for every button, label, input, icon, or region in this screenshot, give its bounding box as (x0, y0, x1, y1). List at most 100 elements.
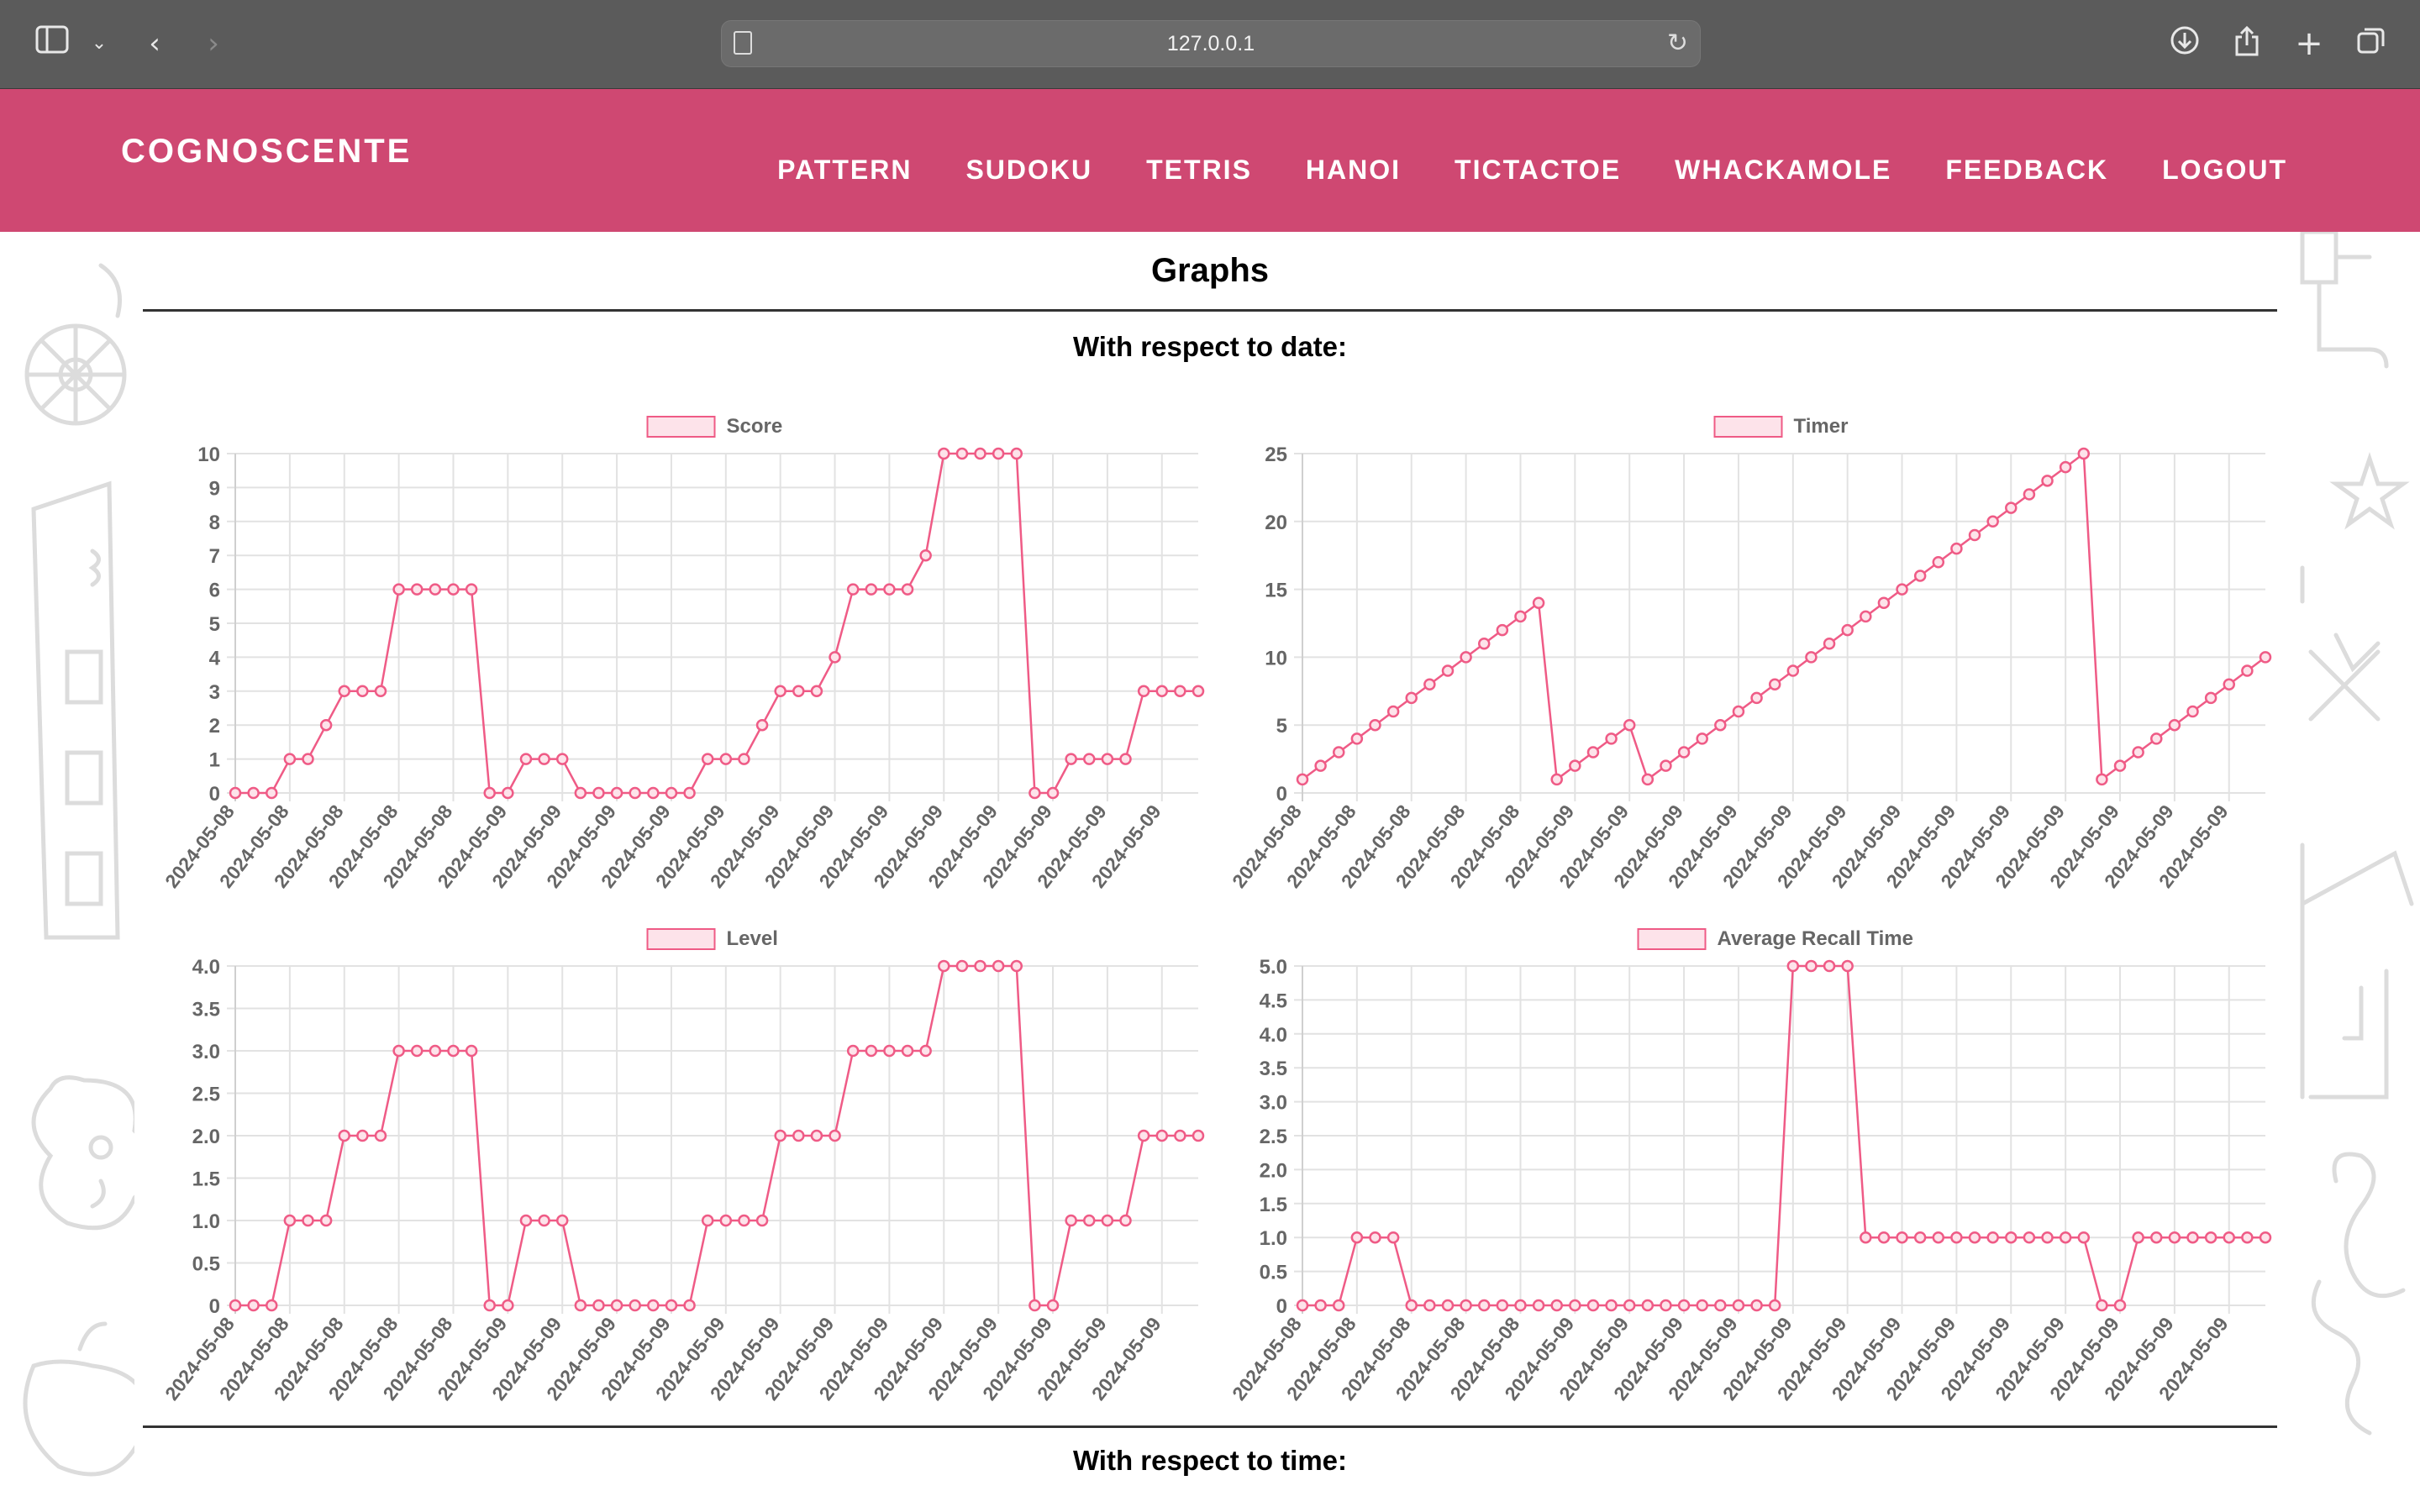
average-recall-time-y-tick-label: 0 (1276, 1295, 1287, 1318)
score-data-point (1192, 685, 1205, 698)
average-recall-time-data-point (2241, 1231, 2254, 1244)
reload-icon[interactable]: ↻ (1667, 28, 1688, 60)
level-data-point (810, 1129, 823, 1142)
level-data-point (883, 1044, 896, 1058)
new-tab-icon[interactable]: + (2291, 25, 2328, 62)
chevron-down-icon[interactable]: ⌄ (81, 25, 118, 62)
score-data-point (1119, 753, 1132, 765)
timer-data-point (2132, 746, 2144, 759)
average-recall-time-legend-swatch (1637, 928, 1707, 950)
score-data-point (574, 786, 587, 800)
timer-data-point (1860, 610, 1872, 623)
timer-y-tick-label: 5 (1276, 715, 1287, 738)
level-data-point (774, 1129, 786, 1142)
average-recall-time-data-point (1805, 959, 1818, 973)
timer-y-tick-label: 0 (1276, 783, 1287, 806)
timer-data-point (1350, 732, 1364, 745)
timer-data-point (1841, 623, 1854, 637)
level-legend-swatch (646, 928, 716, 950)
average-recall-time-data-point (1786, 959, 1800, 973)
score-legend-label: Score (727, 415, 783, 438)
level-data-point (901, 1044, 914, 1058)
timer-data-point (1605, 732, 1618, 745)
average-recall-time-data-point (1714, 1299, 1727, 1312)
score-data-point (502, 786, 514, 800)
score-data-point (229, 786, 242, 800)
nav-hanoi[interactable]: HANOI (1306, 155, 1401, 186)
level-y-tick-label: 3.5 (192, 999, 220, 1021)
level-data-point (265, 1299, 278, 1312)
score-data-point (1083, 753, 1096, 765)
back-arrow-icon[interactable]: ‹ (136, 25, 173, 62)
score-data-point (447, 583, 460, 596)
sidebar-toggle-icon[interactable] (34, 25, 71, 62)
score-y-tick-label: 10 (197, 444, 220, 466)
score-data-point (1046, 786, 1060, 800)
score-y-tick-label: 9 (209, 477, 220, 500)
average-recall-time-data-point (1932, 1231, 1945, 1244)
level-data-point (465, 1044, 478, 1058)
score-data-point (647, 786, 660, 800)
score-data-point (1065, 753, 1077, 765)
score-data-point (302, 753, 314, 765)
timer-data-point (1950, 542, 1963, 555)
timer-data-point (1514, 610, 1527, 623)
level-data-point (701, 1214, 714, 1227)
average-recall-time-data-point (1314, 1299, 1327, 1312)
tab-overview-icon[interactable] (2353, 25, 2390, 62)
average-recall-time-data-point (1986, 1231, 1999, 1244)
share-icon[interactable] (2228, 25, 2265, 62)
score-data-point (955, 447, 969, 460)
timer-chart-body: Timer05101520252024-05-082024-05-082024-… (1228, 415, 2272, 892)
level-data-point (229, 1299, 242, 1312)
nav-whackamole[interactable]: WHACKAMOLE (1675, 155, 1891, 186)
nav-tetris[interactable]: TETRIS (1146, 155, 1252, 186)
nav-tictactoe[interactable]: TICTACTOE (1455, 155, 1621, 186)
average-recall-time-data-point (2132, 1231, 2144, 1244)
nav-feedback[interactable]: FEEDBACK (1945, 155, 2108, 186)
average-recall-time-chart: Average Recall Time 0 0.5 1.0 1.5 2.0 2.5 3.0 3.… (1228, 927, 2272, 1404)
level-data-point (429, 1044, 442, 1058)
nav-pattern[interactable]: PATTERN (777, 155, 912, 186)
average-recall-time-data-point (1623, 1299, 1636, 1312)
level-y-tick-label: 2.5 (192, 1084, 220, 1106)
score-data-point (1174, 685, 1186, 698)
average-recall-time-data-point (1441, 1299, 1455, 1312)
timer-data-point (1986, 515, 1999, 528)
score-data-point (755, 718, 769, 732)
level-data-point (719, 1214, 733, 1227)
timer-data-point (2150, 732, 2163, 745)
level-data-point (247, 1299, 260, 1312)
download-icon[interactable] (2166, 25, 2203, 62)
level-y-tick-label: 1.0 (192, 1210, 220, 1233)
section-time-heading: With respect to time: (1072, 1445, 1348, 1476)
score-data-point (629, 786, 641, 800)
timer-data-point (2041, 475, 2054, 487)
level-data-point (592, 1299, 605, 1312)
average-recall-time-data-point (1605, 1299, 1618, 1312)
nav-logout[interactable]: LOGOUT (2162, 155, 2287, 186)
forward-arrow-icon[interactable]: › (195, 25, 232, 62)
timer-data-point (2023, 488, 2036, 501)
score-data-point (865, 583, 878, 596)
brand-logo[interactable]: COGNOSCENTE (121, 133, 412, 171)
score-data-point (1155, 685, 1169, 698)
score-data-point (701, 753, 714, 765)
score-data-point (283, 753, 297, 765)
score-data-point (774, 685, 786, 698)
average-recall-time-chart-body: Average Recall Time 0 0.5 1.0 1.5 2.0 2.5 3.0 3.… (1228, 927, 2272, 1404)
timer-data-point (1369, 718, 1381, 732)
timer-data-point (1896, 583, 1908, 596)
average-recall-time-data-point (1950, 1231, 1963, 1244)
timer-data-point (1714, 718, 1727, 732)
level-data-point (665, 1299, 678, 1312)
score-chart-body: Score0123456789102024-05-082024-05-08202… (160, 415, 1205, 892)
score-chart: Score0123456789102024-05-082024-05-08202… (160, 415, 1205, 892)
score-data-point (338, 685, 350, 698)
timer-data-point (2259, 651, 2272, 664)
address-bar[interactable]: 127.0.0.1 ↻ (721, 20, 1701, 67)
timer-data-point (1441, 664, 1455, 677)
nav-sudoku[interactable]: SUDOKU (965, 155, 1092, 186)
timer-data-point (1296, 773, 1309, 786)
average-recall-time-data-point (1968, 1231, 1981, 1244)
